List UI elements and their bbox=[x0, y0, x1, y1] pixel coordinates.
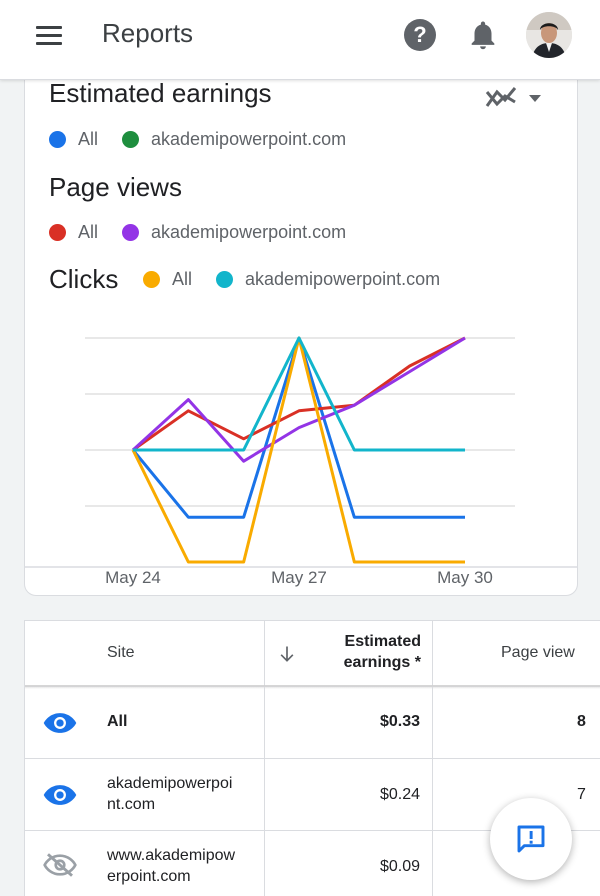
earnings-legend: All akademipowerpoint.com bbox=[49, 129, 370, 150]
legend-dot bbox=[49, 131, 66, 148]
legend-label: All bbox=[78, 129, 99, 149]
legend-dot bbox=[216, 271, 234, 288]
eye-off-icon[interactable] bbox=[43, 853, 77, 877]
top-app-bar: Reports ? bbox=[0, 0, 600, 80]
clicks-title: Clicks bbox=[49, 264, 119, 294]
user-avatar[interactable] bbox=[526, 12, 572, 58]
header-estimated-earnings[interactable]: Estimated earnings * bbox=[265, 621, 433, 687]
table-row-earnings-cell: $0.24 bbox=[265, 759, 433, 831]
header-earnings-line1: Estimated bbox=[344, 633, 421, 650]
table-row-site-cell: www.akademipow erpoint.com bbox=[25, 831, 265, 896]
row-page-views: 7 bbox=[577, 786, 586, 803]
header-page-views[interactable]: Page view bbox=[433, 621, 600, 687]
feedback-icon bbox=[517, 825, 545, 853]
table-row-earnings-cell: $0.09 bbox=[265, 831, 433, 896]
report-chart-card: Estimated earnings All akademipowerpoint… bbox=[24, 78, 578, 596]
legend-label: akademipowerpoint.com bbox=[151, 129, 347, 149]
legend-earnings-site[interactable]: akademipowerpoint.com bbox=[122, 129, 346, 150]
line-chart-compare-icon bbox=[485, 87, 541, 107]
legend-dot bbox=[122, 224, 140, 241]
page-views-title: Page views bbox=[49, 172, 182, 202]
row-site-name-line1: akademipowerpoi bbox=[107, 775, 233, 792]
arrow-down-icon bbox=[280, 646, 294, 662]
legend-earnings-all[interactable]: All bbox=[49, 129, 98, 150]
line-chart bbox=[25, 336, 577, 568]
row-earnings: $0.09 bbox=[379, 858, 420, 875]
row-site-name-line1: www.akademipow bbox=[107, 847, 236, 864]
legend-dot bbox=[49, 224, 66, 241]
eye-icon[interactable] bbox=[43, 711, 77, 735]
header-site-label: Site bbox=[107, 644, 135, 661]
legend-label: All bbox=[172, 269, 193, 289]
page-title: Reports bbox=[102, 18, 194, 48]
row-site-name-line2: nt.com bbox=[107, 796, 156, 813]
series-line-page-views-2 bbox=[131, 336, 466, 463]
table-row-earnings-cell: $0.33 bbox=[265, 687, 433, 759]
menu-icon[interactable] bbox=[34, 24, 64, 48]
legend-label: akademipowerpoint.com bbox=[151, 222, 347, 242]
page-views-legend: All akademipowerpoint.com bbox=[49, 222, 370, 243]
eye-icon[interactable] bbox=[43, 783, 77, 807]
x-tick-label: May 24 bbox=[105, 568, 161, 587]
legend-label: akademipowerpoint.com bbox=[245, 269, 441, 289]
header-earnings-line2: earnings * bbox=[343, 654, 421, 671]
table-row-site-cell: akademipowerpoi nt.com bbox=[25, 759, 265, 831]
feedback-button[interactable] bbox=[490, 798, 572, 880]
legend-page-views-site[interactable]: akademipowerpoint.com bbox=[122, 222, 346, 243]
bell-icon[interactable] bbox=[466, 18, 500, 52]
legend-dot bbox=[143, 271, 160, 288]
legend-dot bbox=[122, 131, 140, 148]
legend-page-views-all[interactable]: All bbox=[49, 222, 98, 243]
row-earnings: $0.24 bbox=[379, 786, 420, 803]
legend-clicks-site[interactable]: akademipowerpoint.com bbox=[216, 269, 440, 290]
header-site[interactable]: Site bbox=[25, 621, 265, 687]
row-site-name: All bbox=[107, 713, 128, 730]
legend-label: All bbox=[78, 222, 99, 242]
table-row-page-views-cell: 8 bbox=[433, 687, 600, 759]
chart-type-selector[interactable] bbox=[485, 82, 549, 112]
header-page-views-label: Page view bbox=[501, 644, 575, 661]
legend-clicks-all[interactable]: All bbox=[143, 269, 192, 290]
clicks-legend: All akademipowerpoint.com bbox=[143, 269, 464, 290]
help-icon[interactable]: ? bbox=[404, 19, 436, 51]
row-earnings: $0.33 bbox=[379, 713, 420, 730]
x-tick-label: May 30 bbox=[437, 568, 493, 587]
row-page-views: 8 bbox=[577, 713, 586, 730]
estimated-earnings-title: Estimated earnings bbox=[49, 78, 272, 108]
table-row-site-cell: All bbox=[25, 687, 265, 759]
row-site-name-line2: erpoint.com bbox=[107, 868, 191, 885]
x-tick-label: May 27 bbox=[271, 568, 327, 587]
